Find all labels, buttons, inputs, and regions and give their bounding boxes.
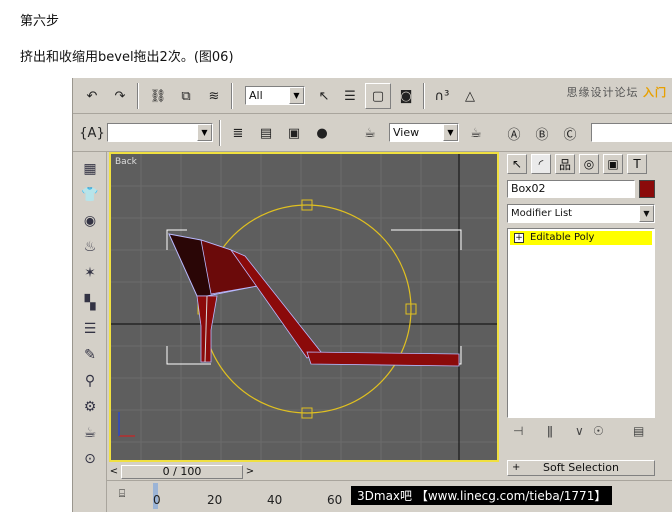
chevron-down-icon: ▼	[639, 205, 654, 222]
tab-create[interactable]: ↖	[507, 154, 527, 174]
pin-stack-icon[interactable]: ⊣	[513, 424, 523, 438]
pencil-icon[interactable]: ✎	[78, 344, 102, 366]
left-tool-column: ▦ 👕 ◉ ♨ ✶ ▚ ☰ ✎ ⚲ ⚙ ☕ ⊙	[73, 152, 107, 512]
stack-item-label: Editable Poly	[530, 232, 595, 243]
render-preset-field[interactable]	[591, 123, 672, 142]
undo-icon[interactable]: ↶	[79, 83, 105, 109]
lamp-icon[interactable]: ♨	[78, 236, 102, 258]
select-by-name-icon[interactable]: ☰	[337, 83, 363, 109]
snap-3d-icon[interactable]: ∩³	[429, 83, 455, 109]
create-box-icon[interactable]: ▦	[78, 158, 102, 180]
rollout-expand-icon: +	[512, 462, 521, 473]
layer-manager-icon[interactable]: ≣	[225, 120, 251, 146]
stack-layers-icon[interactable]: ☰	[78, 318, 102, 340]
stack-item-editable-poly[interactable]: + Editable Poly	[510, 231, 652, 245]
ruler-tick: 60	[327, 493, 343, 507]
render-a-icon[interactable]: Ⓐ	[501, 120, 527, 146]
soft-selection-rollout[interactable]: + Soft Selection	[507, 460, 655, 476]
ruler-tick: 20	[207, 493, 223, 507]
bind-spacewarp-icon[interactable]: ≋	[201, 83, 227, 109]
forum-watermark: 3Dmax吧 【www.linecg.com/tieba/1771】	[351, 486, 613, 505]
render-setup-icon[interactable]: ☕	[357, 120, 383, 146]
object-name-field[interactable]: Box02	[507, 180, 635, 198]
chevron-down-icon: ▼	[289, 87, 304, 104]
checker-icon[interactable]: ▚	[78, 292, 102, 314]
toolbar-separator	[137, 83, 139, 109]
site-watermark: 思缘设计论坛 入门	[566, 86, 667, 99]
link-icon[interactable]: ⛓	[145, 83, 171, 109]
toolbar-separator	[231, 83, 233, 109]
main-toolbar: ↶ ↷ ⛓ ⧉ ≋ All ▼ ↖ ☰ ▢ ◙ ∩³ △ 思缘设计论坛 入门	[73, 78, 672, 114]
stack-tools: ⊣ ǁ ∨ ☉ ▤	[507, 422, 655, 442]
time-slider-thumb[interactable]: 0 / 100	[121, 465, 243, 479]
rect-selection-icon[interactable]: ▢	[365, 83, 391, 109]
modifier-list-label: Modifier List	[511, 208, 573, 219]
star-icon[interactable]: ✶	[78, 262, 102, 284]
angle-snap-icon[interactable]: △	[457, 83, 483, 109]
ruler-tick: 40	[267, 493, 283, 507]
select-arrow-icon[interactable]: ↖	[311, 83, 337, 109]
tab-modify[interactable]: ◜	[531, 154, 551, 174]
layer-abc-icon[interactable]: {A}	[79, 120, 105, 146]
time-next-button[interactable]: >	[243, 465, 257, 479]
configure-sets-icon[interactable]: ▤	[633, 424, 644, 438]
modifier-list-dropdown[interactable]: Modifier List ▼	[507, 204, 655, 223]
track-view-icon[interactable]: ▤	[253, 120, 279, 146]
viewport-back[interactable]: Back	[109, 152, 499, 462]
shirt-icon[interactable]: 👕	[78, 184, 102, 206]
step-title: 第六步	[20, 14, 60, 29]
rollout-label: Soft Selection	[543, 461, 619, 474]
step-description: 挤出和收缩用bevel拖出2次。(图06)	[20, 50, 234, 65]
render-b-icon[interactable]: Ⓑ	[529, 120, 555, 146]
command-panel: ↖ ◜ 品 ◎ ▣ T Box02 Modifier List ▼ + Edit…	[501, 152, 672, 480]
sphere-icon[interactable]: ◉	[78, 210, 102, 232]
material-editor-icon[interactable]: ●	[309, 120, 335, 146]
time-prev-button[interactable]: <	[107, 465, 121, 479]
time-slider[interactable]: < 0 / 100 >	[107, 464, 499, 480]
tab-motion[interactable]: ◎	[579, 154, 599, 174]
show-end-result-icon[interactable]: ǁ	[547, 424, 553, 438]
track-bar-icon[interactable]: ⌸	[111, 483, 133, 505]
brush-icon[interactable]: ⚲	[78, 370, 102, 392]
viewport-scene	[111, 154, 497, 460]
rotate-gizmo	[202, 204, 412, 414]
tab-hierarchy[interactable]: 品	[555, 154, 575, 174]
render-c-icon[interactable]: Ⓒ	[557, 120, 583, 146]
remove-modifier-icon[interactable]: ☉	[593, 424, 604, 438]
ruler-tick: 0	[153, 493, 161, 507]
modifier-stack[interactable]: + Editable Poly	[507, 228, 655, 418]
window-crossing-icon[interactable]: ◙	[393, 83, 419, 109]
named-selection-dropdown[interactable]: ▼	[107, 123, 213, 142]
selection-filter-dropdown[interactable]: All ▼	[245, 86, 305, 105]
view-dropdown-value: View	[393, 126, 420, 139]
chevron-down-icon: ▼	[197, 124, 212, 141]
object-color-swatch[interactable]	[639, 180, 655, 198]
target-icon[interactable]: ⊙	[78, 448, 102, 470]
unlink-icon[interactable]: ⧉	[173, 83, 199, 109]
schematic-view-icon[interactable]: ▣	[281, 120, 307, 146]
gear-icon[interactable]: ⚙	[78, 396, 102, 418]
toolbar-separator	[423, 83, 425, 109]
view-dropdown[interactable]: View ▼	[389, 123, 459, 142]
tab-display[interactable]: ▣	[603, 154, 623, 174]
secondary-toolbar: {A} ▼ ≣ ▤ ▣ ● ☕ View ▼ ☕ Ⓐ Ⓑ Ⓒ	[73, 114, 672, 152]
site-watermark-brand: 入门	[643, 86, 667, 99]
quick-render-icon[interactable]: ☕	[463, 120, 489, 146]
toolbar-separator	[219, 120, 221, 146]
expand-icon[interactable]: +	[514, 233, 524, 243]
selection-filter-value: All	[249, 89, 263, 102]
make-unique-icon[interactable]: ∨	[575, 424, 584, 438]
teapot-icon[interactable]: ☕	[78, 422, 102, 444]
axis-tripod	[118, 412, 135, 437]
tab-utilities[interactable]: T	[627, 154, 647, 174]
command-panel-tabs: ↖ ◜ 品 ◎ ▣ T	[505, 154, 669, 176]
max-window: ↶ ↷ ⛓ ⧉ ≋ All ▼ ↖ ☰ ▢ ◙ ∩³ △ 思缘设计论坛 入门 {…	[72, 78, 672, 512]
redo-icon[interactable]: ↷	[107, 83, 133, 109]
chevron-down-icon: ▼	[443, 124, 458, 141]
